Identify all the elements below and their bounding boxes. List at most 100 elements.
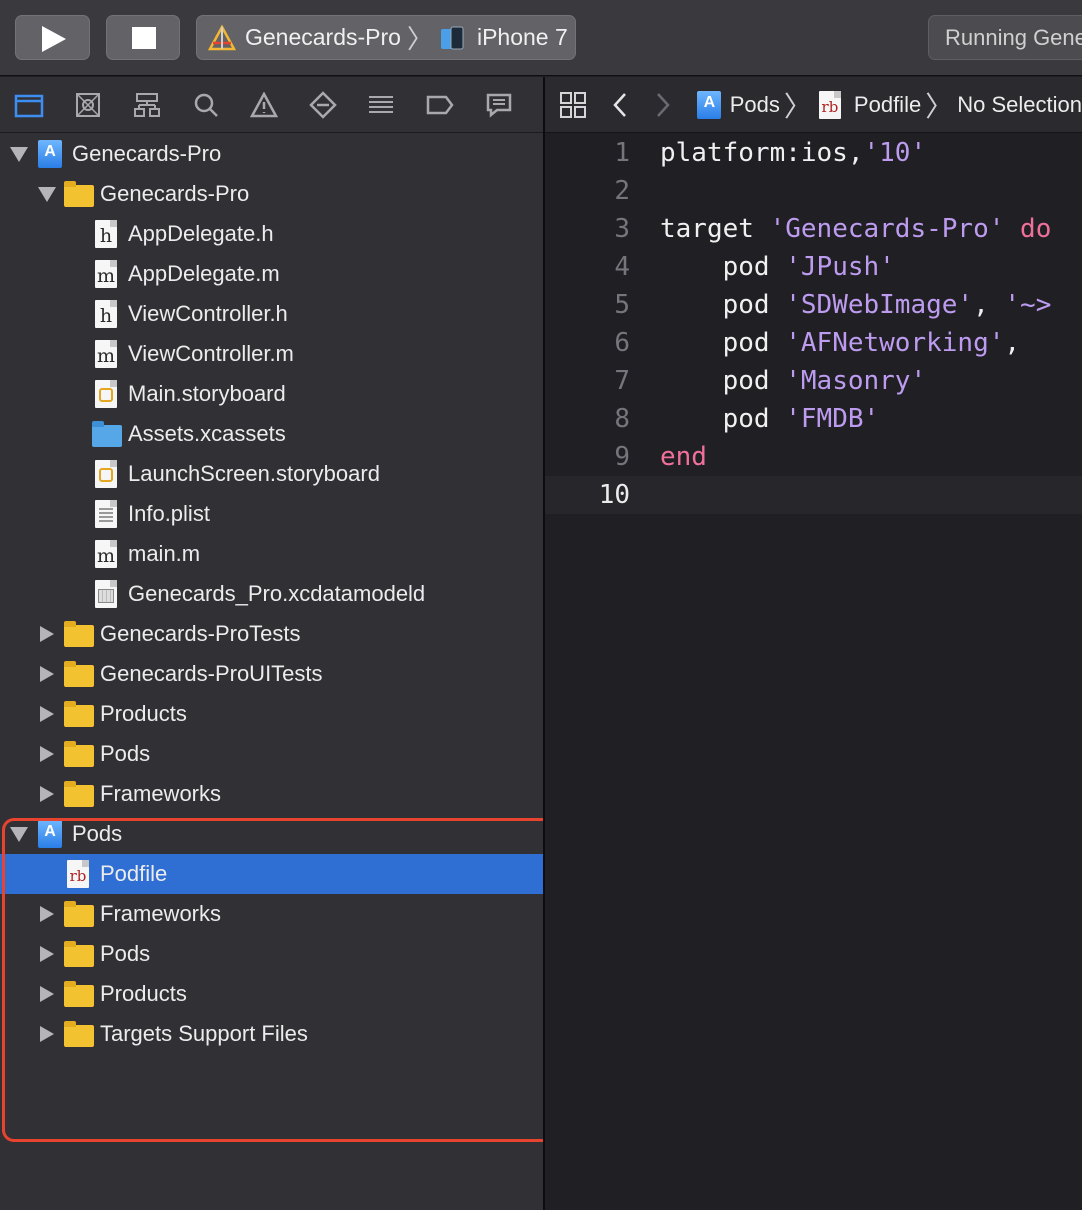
code-line[interactable]: 2 [545, 172, 1082, 210]
disclosure-triangle-closed-icon[interactable] [38, 945, 56, 963]
code-token: pod [660, 290, 786, 320]
tree-item-label: Podfile [100, 861, 168, 886]
tree-row[interactable]: Frameworks [0, 774, 543, 814]
code-text: pod 'AFNetworking', [660, 328, 1020, 358]
folder-icon[interactable] [14, 90, 44, 120]
code-line[interactable]: 10 [545, 476, 1082, 514]
code-token: pod [660, 404, 786, 434]
line-number: 9 [614, 442, 630, 472]
tests-icon[interactable] [367, 90, 396, 120]
hierarchy-icon[interactable] [133, 90, 162, 120]
tree-item-label: Genecards_Pro.xcdatamodeld [128, 581, 426, 606]
assets-folder-icon [92, 420, 122, 448]
code-line[interactable]: 6 pod 'AFNetworking', [545, 324, 1082, 362]
disclosure-triangle-open-icon[interactable] [10, 145, 28, 163]
related-items-icon[interactable] [559, 90, 588, 120]
jump-bar: Pods 〉 rb Podfile 〉 No Selection [545, 77, 1082, 133]
disclosure-triangle-open-icon[interactable] [10, 825, 28, 843]
source-control-icon[interactable] [74, 90, 103, 120]
folder-icon [64, 740, 94, 768]
code-text: pod 'FMDB' [660, 404, 880, 434]
code-line[interactable]: 5 pod 'SDWebImage', '~> [545, 286, 1082, 324]
disclosure-triangle-closed-icon[interactable] [38, 705, 56, 723]
tree-item-label: Info.plist [128, 501, 210, 526]
code-line[interactable]: 8 pod 'FMDB' [545, 400, 1082, 438]
tree-row[interactable]: Genecards-ProTests [0, 614, 543, 654]
disclosure-triangle-closed-icon[interactable] [38, 665, 56, 683]
folder-icon [64, 980, 94, 1008]
line-number: 8 [614, 404, 630, 434]
tree-row[interactable]: Pods [0, 934, 543, 974]
tree-row[interactable]: Main.storyboard [0, 374, 543, 414]
back-arrow-icon[interactable] [606, 90, 635, 120]
code-area[interactable]: 1 platform:ios,'10' 2 3 target 'Genecards-Pr… [545, 134, 1082, 514]
folder-icon [64, 780, 94, 808]
code-text: end [660, 442, 707, 472]
tree-row[interactable]: Pods [0, 734, 543, 774]
code-line[interactable]: 4 pod 'JPush' [545, 248, 1082, 286]
disclosure-triangle-closed-icon[interactable] [38, 785, 56, 803]
code-token: 'AFNetworking' [785, 328, 1005, 358]
tree-row[interactable]: Products [0, 694, 543, 734]
tree-item-label: Main.storyboard [128, 381, 286, 406]
disclosure-triangle-closed-icon[interactable] [38, 905, 56, 923]
code-token: end [660, 442, 707, 472]
report-icon[interactable] [484, 90, 513, 120]
tree-row[interactable]: h AppDelegate.h [0, 214, 543, 254]
tree-row[interactable]: Products [0, 974, 543, 1014]
scheme-device-label: iPhone 7 [476, 24, 568, 50]
tree-item-label: ViewController.m [128, 341, 294, 366]
tree-row[interactable]: h ViewController.h [0, 294, 543, 334]
tag-icon[interactable] [426, 90, 455, 120]
warning-icon[interactable] [250, 90, 279, 120]
forward-arrow-icon[interactable] [648, 90, 677, 120]
disclosure-triangle-open-icon[interactable] [38, 185, 56, 203]
tree-row[interactable]: m ViewController.m [0, 334, 543, 374]
disclosure-triangle-closed-icon[interactable] [38, 745, 56, 763]
chevron-right-icon: 〉 [925, 90, 954, 122]
breakpoint-icon[interactable] [309, 90, 338, 120]
tree-row[interactable]: m main.m [0, 534, 543, 574]
navigator-selector-bar [0, 77, 543, 133]
code-line[interactable]: 7 pod 'Masonry' [545, 362, 1082, 400]
tree-item-label: LaunchScreen.storyboard [128, 461, 380, 486]
tree-row[interactable]: Genecards-ProUITests [0, 654, 543, 694]
disclosure-triangle-closed-icon[interactable] [38, 1025, 56, 1043]
tree-row[interactable]: Frameworks [0, 894, 543, 934]
stop-button[interactable] [106, 15, 180, 60]
tree-row[interactable]: Assets.xcassets [0, 414, 543, 454]
tree-row[interactable]: rb Podfile [0, 854, 543, 894]
disclosure-triangle-closed-icon[interactable] [38, 625, 56, 643]
simulator-device-icon [440, 26, 464, 49]
tree-row[interactable]: m AppDelegate.m [0, 254, 543, 294]
tree-item-label: Genecards-ProUITests [100, 661, 323, 686]
tree-row[interactable]: Genecards-Pro [0, 174, 543, 214]
breadcrumb-symbol[interactable]: No Selection [957, 92, 1082, 118]
scheme-selector[interactable]: Genecards-Pro 〉 iPhone 7 [196, 15, 576, 60]
search-icon[interactable] [191, 90, 220, 120]
chevron-right-icon: 〉 [406, 24, 433, 54]
breadcrumb-project[interactable]: Pods [730, 92, 780, 118]
code-line[interactable]: 9 end [545, 438, 1082, 476]
code-line[interactable]: 1 platform:ios,'10' [545, 134, 1082, 172]
tree-row[interactable]: Info.plist [0, 494, 543, 534]
tree-row[interactable]: Targets Support Files [0, 1014, 543, 1054]
tree-row[interactable]: LaunchScreen.storyboard [0, 454, 543, 494]
activity-status: Running Gene [928, 15, 1082, 60]
stop-icon [132, 27, 156, 49]
code-token: 'FMDB' [785, 404, 880, 434]
breadcrumb-file[interactable]: Podfile [854, 92, 921, 118]
disclosure-triangle-closed-icon[interactable] [38, 985, 56, 1003]
run-button[interactable] [15, 15, 90, 60]
project-icon [36, 820, 64, 848]
tree-row[interactable]: Genecards_Pro.xcdatamodeld [0, 574, 543, 614]
tree-row[interactable]: Genecards-Pro [0, 134, 543, 174]
code-line[interactable]: 3 target 'Genecards-Pro' do [545, 210, 1082, 248]
tree-row[interactable]: Pods [0, 814, 543, 854]
ruby-file-icon: rb [64, 860, 92, 888]
